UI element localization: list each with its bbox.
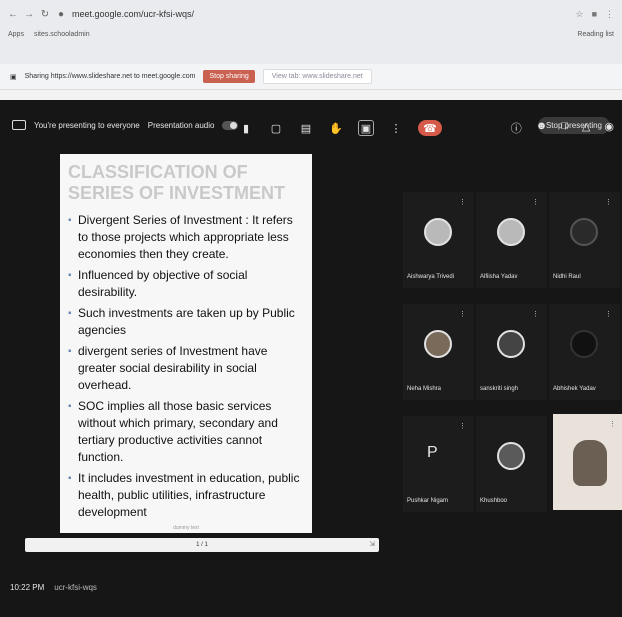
url-text[interactable]: meet.google.com/ucr-kfsi-wqs/ (72, 9, 569, 19)
host-controls-icon[interactable]: ◉ (604, 120, 614, 136)
meeting-toolbar: 10:22 PM ucr-kfsi-wqs (0, 557, 622, 617)
slide-bullet: Influenced by objective of social desira… (68, 267, 304, 301)
muted-mic-icon: ⋮ (459, 423, 466, 430)
participant-tile[interactable]: ⋮ Abhishek Yadav (549, 304, 620, 400)
extension-icon[interactable]: ■ (592, 9, 597, 20)
avatar (497, 218, 525, 246)
info-icon[interactable]: ⓘ (511, 120, 522, 136)
stop-sharing-button[interactable]: Stop sharing (203, 70, 255, 83)
avatar-letter: P (427, 444, 438, 461)
lock-icon: ● (57, 8, 65, 20)
participant-tile[interactable]: ⋮ P Pushkar Nigam (403, 416, 474, 512)
present-icon[interactable]: ▣ (358, 120, 374, 136)
sharing-text: Sharing https://www.slideshare.net to me… (24, 73, 196, 80)
slide-bullet: Such investments are taken up by Public … (68, 305, 304, 339)
present-screen-icon (12, 120, 26, 130)
participants-grid: ⋮ Aishwarya Trivedi ⋮ Alfiisha Yadav ⋮ N… (403, 192, 622, 522)
pager-label: 1 / 1 (196, 542, 208, 548)
slide-bullets: Divergent Series of Investment : It refe… (68, 212, 304, 521)
muted-mic-icon: ⋮ (532, 199, 539, 206)
clock: 10:22 PM (10, 582, 45, 592)
avatar (424, 218, 452, 246)
muted-mic-icon: ⋮ (605, 199, 612, 206)
avatar (497, 330, 525, 358)
participant-tile[interactable]: Khushboo (476, 416, 547, 512)
forward-icon[interactable]: → (24, 9, 34, 20)
meet-stage: You're presenting to everyone Presentati… (0, 100, 622, 617)
avatar (424, 330, 452, 358)
participant-name: sanskriti singh (480, 386, 519, 392)
participant-name: Nidhi Raul (553, 274, 581, 280)
raise-hand-icon[interactable]: ✋ (328, 120, 344, 136)
muted-mic-icon: ⋮ (605, 311, 612, 318)
slide-bullet: SOC implies all those basic services wit… (68, 398, 304, 466)
slide-bullet: It includes investment in education, pub… (68, 470, 304, 521)
browser-actions: ☆ ■ ⋮ (575, 9, 614, 20)
participant-tile[interactable]: ⋮ Neha Mishra (403, 304, 474, 400)
participant-name: Neha Mishra (407, 386, 442, 392)
sharing-bar: ▣ Sharing https://www.slideshare.net to … (0, 64, 622, 90)
participant-name: Khushboo (480, 498, 508, 504)
muted-mic-icon: ⋮ (532, 311, 539, 318)
side-controls: ⓘ ☻ □ △ ◉ (511, 120, 614, 136)
bookmarks-bar: Apps sites.schooladmin Reading list (0, 26, 622, 42)
participant-name: Alfiisha Yadav (480, 274, 518, 280)
participant-tile[interactable]: ⋮ Alfiisha Yadav (476, 192, 547, 288)
slide-page-number: dummy text (173, 525, 199, 531)
slide-pager[interactable]: 1 / 1 ⇲ (25, 538, 379, 552)
participant-name: Pushkar Nigam (407, 498, 449, 504)
bookmark-apps[interactable]: Apps (8, 31, 24, 38)
star-icon[interactable]: ☆ (575, 9, 583, 20)
participant-name: Abhishek Yadav (553, 386, 596, 392)
browser-chrome: ← → ↻ ● meet.google.com/ucr-kfsi-wqs/ ☆ … (0, 0, 622, 70)
muted-mic-icon: ⋮ (459, 199, 466, 206)
chat-icon[interactable]: □ (561, 120, 568, 136)
more-options-icon[interactable]: ⋮ (388, 120, 404, 136)
avatar (570, 330, 598, 358)
presenting-text: You're presenting to everyone (34, 120, 140, 130)
slide-bullet: divergent series of Investment have grea… (68, 343, 304, 394)
mic-icon[interactable]: ▮ (238, 120, 254, 136)
self-video-tile[interactable]: ⋮ (553, 414, 622, 510)
presentation-audio-label: Presentation audio (147, 120, 215, 130)
address-bar[interactable]: ← → ↻ ● meet.google.com/ucr-kfsi-wqs/ ☆ … (0, 4, 622, 24)
presentation-slide: CLASSIFICATION OF SERIES OF INVESTMENT D… (60, 154, 312, 533)
menu-icon[interactable]: ⋮ (605, 9, 614, 20)
call-controls: ▮ ▢ ▤ ✋ ▣ ⋮ ☎ (238, 120, 442, 136)
share-icon: ▣ (10, 73, 17, 81)
avatar (570, 218, 598, 246)
slide-title: CLASSIFICATION OF SERIES OF INVESTMENT (68, 162, 286, 203)
participant-name: Aishwarya Trivedi (407, 274, 455, 280)
more-options-icon[interactable]: ⋮ (609, 420, 616, 428)
reload-icon[interactable]: ↻ (40, 9, 50, 20)
expand-icon[interactable]: ⇲ (369, 540, 375, 548)
self-video (573, 440, 607, 486)
meeting-code: ucr-kfsi-wqs (54, 582, 97, 592)
view-tab-button[interactable]: View tab: www.slideshare.net (262, 69, 372, 84)
reading-list[interactable]: Reading list (577, 31, 614, 38)
activities-icon[interactable]: △ (582, 120, 590, 136)
participant-tile[interactable]: ⋮ Aishwarya Trivedi (403, 192, 474, 288)
muted-mic-icon: ⋮ (459, 311, 466, 318)
people-icon[interactable]: ☻ (536, 120, 548, 136)
slide-bullet: Divergent Series of Investment : It refe… (68, 212, 304, 263)
presentation-audio-toggle[interactable] (222, 120, 239, 130)
participant-tile[interactable]: ⋮ Nidhi Raul (549, 192, 620, 288)
captions-icon[interactable]: ▤ (298, 120, 314, 136)
camera-icon[interactable]: ▢ (268, 120, 284, 136)
end-call-icon[interactable]: ☎ (418, 120, 442, 136)
avatar (497, 442, 525, 470)
participant-tile[interactable]: ⋮ sanskriti singh (476, 304, 547, 400)
bookmark-item[interactable]: sites.schooladmin (34, 31, 90, 38)
back-icon[interactable]: ← (8, 9, 18, 20)
